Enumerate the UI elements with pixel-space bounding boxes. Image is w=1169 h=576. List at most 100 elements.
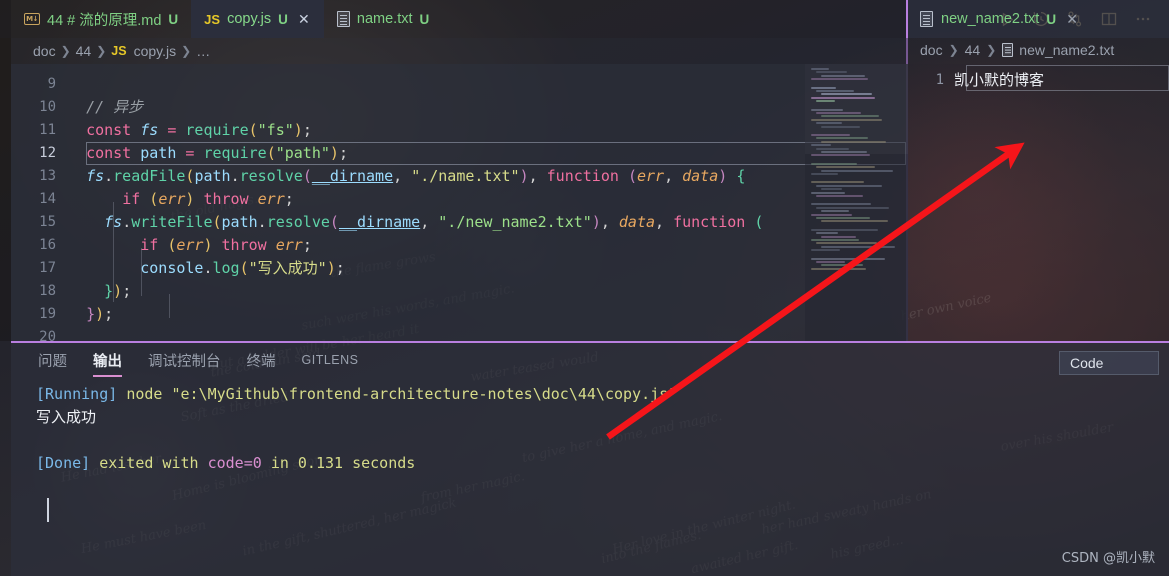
code-line: 9: [11, 73, 908, 96]
minimap-row: [821, 125, 860, 128]
javascript-icon: JS: [111, 44, 127, 58]
minimap-row: [816, 206, 889, 209]
minimap-row: [811, 134, 850, 136]
minimap-row: [816, 232, 838, 235]
editor-tab-label: name.txt: [356, 11, 413, 27]
vscode-window: Home is blooming soon.such were his word…: [0, 0, 1169, 576]
output-line-result: 写入成功: [36, 406, 1169, 429]
line-content[interactable]: console.log("写入成功");: [68, 257, 908, 280]
line-content[interactable]: if (err) throw err;: [68, 234, 908, 257]
minimap-row: [811, 181, 864, 184]
close-icon[interactable]: ✕: [297, 11, 311, 28]
tab-terminal[interactable]: 终端: [247, 343, 276, 377]
minimap-row: [821, 264, 863, 267]
line-number: 1: [935, 71, 944, 88]
minimap-row: [811, 257, 885, 260]
output-content[interactable]: [Running] node "e:\MyGithub\frontend-arc…: [11, 377, 1169, 576]
output-channel-select[interactable]: Code: [1059, 351, 1159, 375]
panel-tab-label: 问题: [38, 353, 67, 370]
minimap-row: [811, 108, 843, 111]
chevron-right-icon: ❯: [948, 43, 959, 57]
minimap-row: [811, 267, 866, 270]
line-content[interactable]: fs.readFile(path.resolve(__dirname, "./n…: [68, 165, 908, 188]
breadcrumb-item-new-name2[interactable]: new_name2.txt: [1019, 42, 1114, 58]
line-content[interactable]: });: [68, 303, 908, 326]
code-line: 1 凯小默的博客: [908, 69, 1044, 90]
line-content[interactable]: const path = require("path");: [68, 142, 908, 165]
minimap-row: [821, 169, 893, 172]
editor-tab-name-txt[interactable]: name.txt U: [324, 0, 442, 38]
done-in-label: in: [270, 454, 289, 472]
line-number: 19: [39, 306, 56, 322]
minimap-row: [811, 228, 878, 231]
minimap-row: [811, 249, 840, 252]
text-caret: [47, 498, 49, 522]
indent-guide: [141, 248, 142, 296]
indent-guide: [113, 202, 114, 302]
panel-tab-bar: 问题 输出 调试控制台 终端 GITLENS: [11, 343, 359, 377]
editor-tab-copy-js[interactable]: JS copy.js U ✕: [191, 0, 324, 38]
result-text: 写入成功: [36, 408, 97, 426]
tab-problems[interactable]: 问题: [38, 343, 67, 377]
code-editor[interactable]: 9 10 // 异步 11 const fs = require("fs"); 12 …: [11, 64, 908, 341]
line-number: 14: [39, 191, 56, 207]
breadcrumb-item-44[interactable]: 44: [965, 42, 981, 58]
minimap-row: [816, 112, 861, 114]
editor-tab-md[interactable]: M↓ 44 # 流的原理.md U: [11, 0, 191, 38]
line-number: 12: [39, 145, 56, 161]
line-content[interactable]: });: [68, 280, 908, 303]
tab-gitlens[interactable]: GITLENS: [302, 343, 359, 377]
chevron-right-icon: ❯: [986, 43, 997, 57]
breadcrumb-item-doc[interactable]: doc: [33, 43, 56, 59]
watermark: CSDN @凯小默: [1061, 551, 1155, 566]
minimap-row: [816, 195, 863, 197]
line-content: 凯小默的博客: [954, 71, 1045, 89]
line-content[interactable]: const fs = require("fs");: [68, 119, 908, 142]
line-number: 11: [39, 122, 56, 138]
text-file-icon: [920, 11, 933, 27]
chevron-right-icon: ❯: [96, 44, 107, 58]
tab-debug-console[interactable]: 调试控制台: [148, 343, 221, 377]
line-content[interactable]: // 异步: [68, 96, 908, 119]
output-line-done: [Done] exited with code=0 in 0.131 secon…: [36, 452, 1169, 475]
javascript-icon: JS: [204, 11, 221, 27]
chevron-right-icon: ❯: [181, 44, 192, 58]
tab-output[interactable]: 输出: [93, 343, 122, 377]
minimap-row: [811, 86, 836, 89]
line-content[interactable]: fs.writeFile(path.resolve(__dirname, "./…: [68, 211, 908, 234]
minimap-row: [821, 188, 842, 191]
minimap-row: [816, 122, 842, 125]
output-line-blank: [36, 429, 1169, 452]
minimap-row: [816, 147, 849, 150]
code-line: 14 if (err) throw err;: [11, 188, 908, 211]
code-line: 12 const path = require("path");: [11, 142, 908, 165]
minimap-row: [816, 217, 870, 219]
close-icon[interactable]: ✕: [1065, 11, 1079, 28]
breadcrumb: doc ❯ 44 ❯ JS copy.js ❯ …: [11, 38, 908, 64]
minimap-row: [811, 154, 870, 157]
breadcrumb-item-44[interactable]: 44: [76, 43, 92, 59]
code-line: 18 });: [11, 280, 908, 303]
unsaved-indicator: U: [1046, 11, 1057, 27]
code-lines: 9 10 // 异步 11 const fs = require("fs"); 12 …: [11, 73, 908, 341]
code-line: 20: [11, 326, 908, 341]
code-editor-right[interactable]: 1 凯小默的博客: [908, 64, 1169, 341]
editor-tab-label: copy.js: [227, 11, 272, 27]
minimap[interactable]: [805, 64, 908, 341]
minimap-row: [811, 162, 857, 165]
editor-tab-label-new-name2: new_name2.txt: [941, 11, 1040, 27]
breadcrumb-item-copy-js[interactable]: copy.js: [134, 43, 177, 59]
minimap-row: [821, 151, 867, 153]
line-number: 15: [39, 214, 56, 230]
breadcrumb-item-doc[interactable]: doc: [920, 42, 943, 58]
code-line: 10 // 异步: [11, 96, 908, 119]
line-number: 17: [39, 260, 56, 276]
panel-tab-label: 终端: [246, 353, 276, 370]
panel-tab-label: GITLENS: [301, 353, 359, 367]
minimap-row: [811, 203, 871, 206]
minimap-row: [816, 100, 835, 103]
line-content[interactable]: if (err) throw err;: [68, 188, 908, 211]
indent-guide: [169, 294, 170, 318]
breadcrumb-item-more[interactable]: …: [196, 43, 210, 59]
minimap-row: [811, 144, 831, 147]
